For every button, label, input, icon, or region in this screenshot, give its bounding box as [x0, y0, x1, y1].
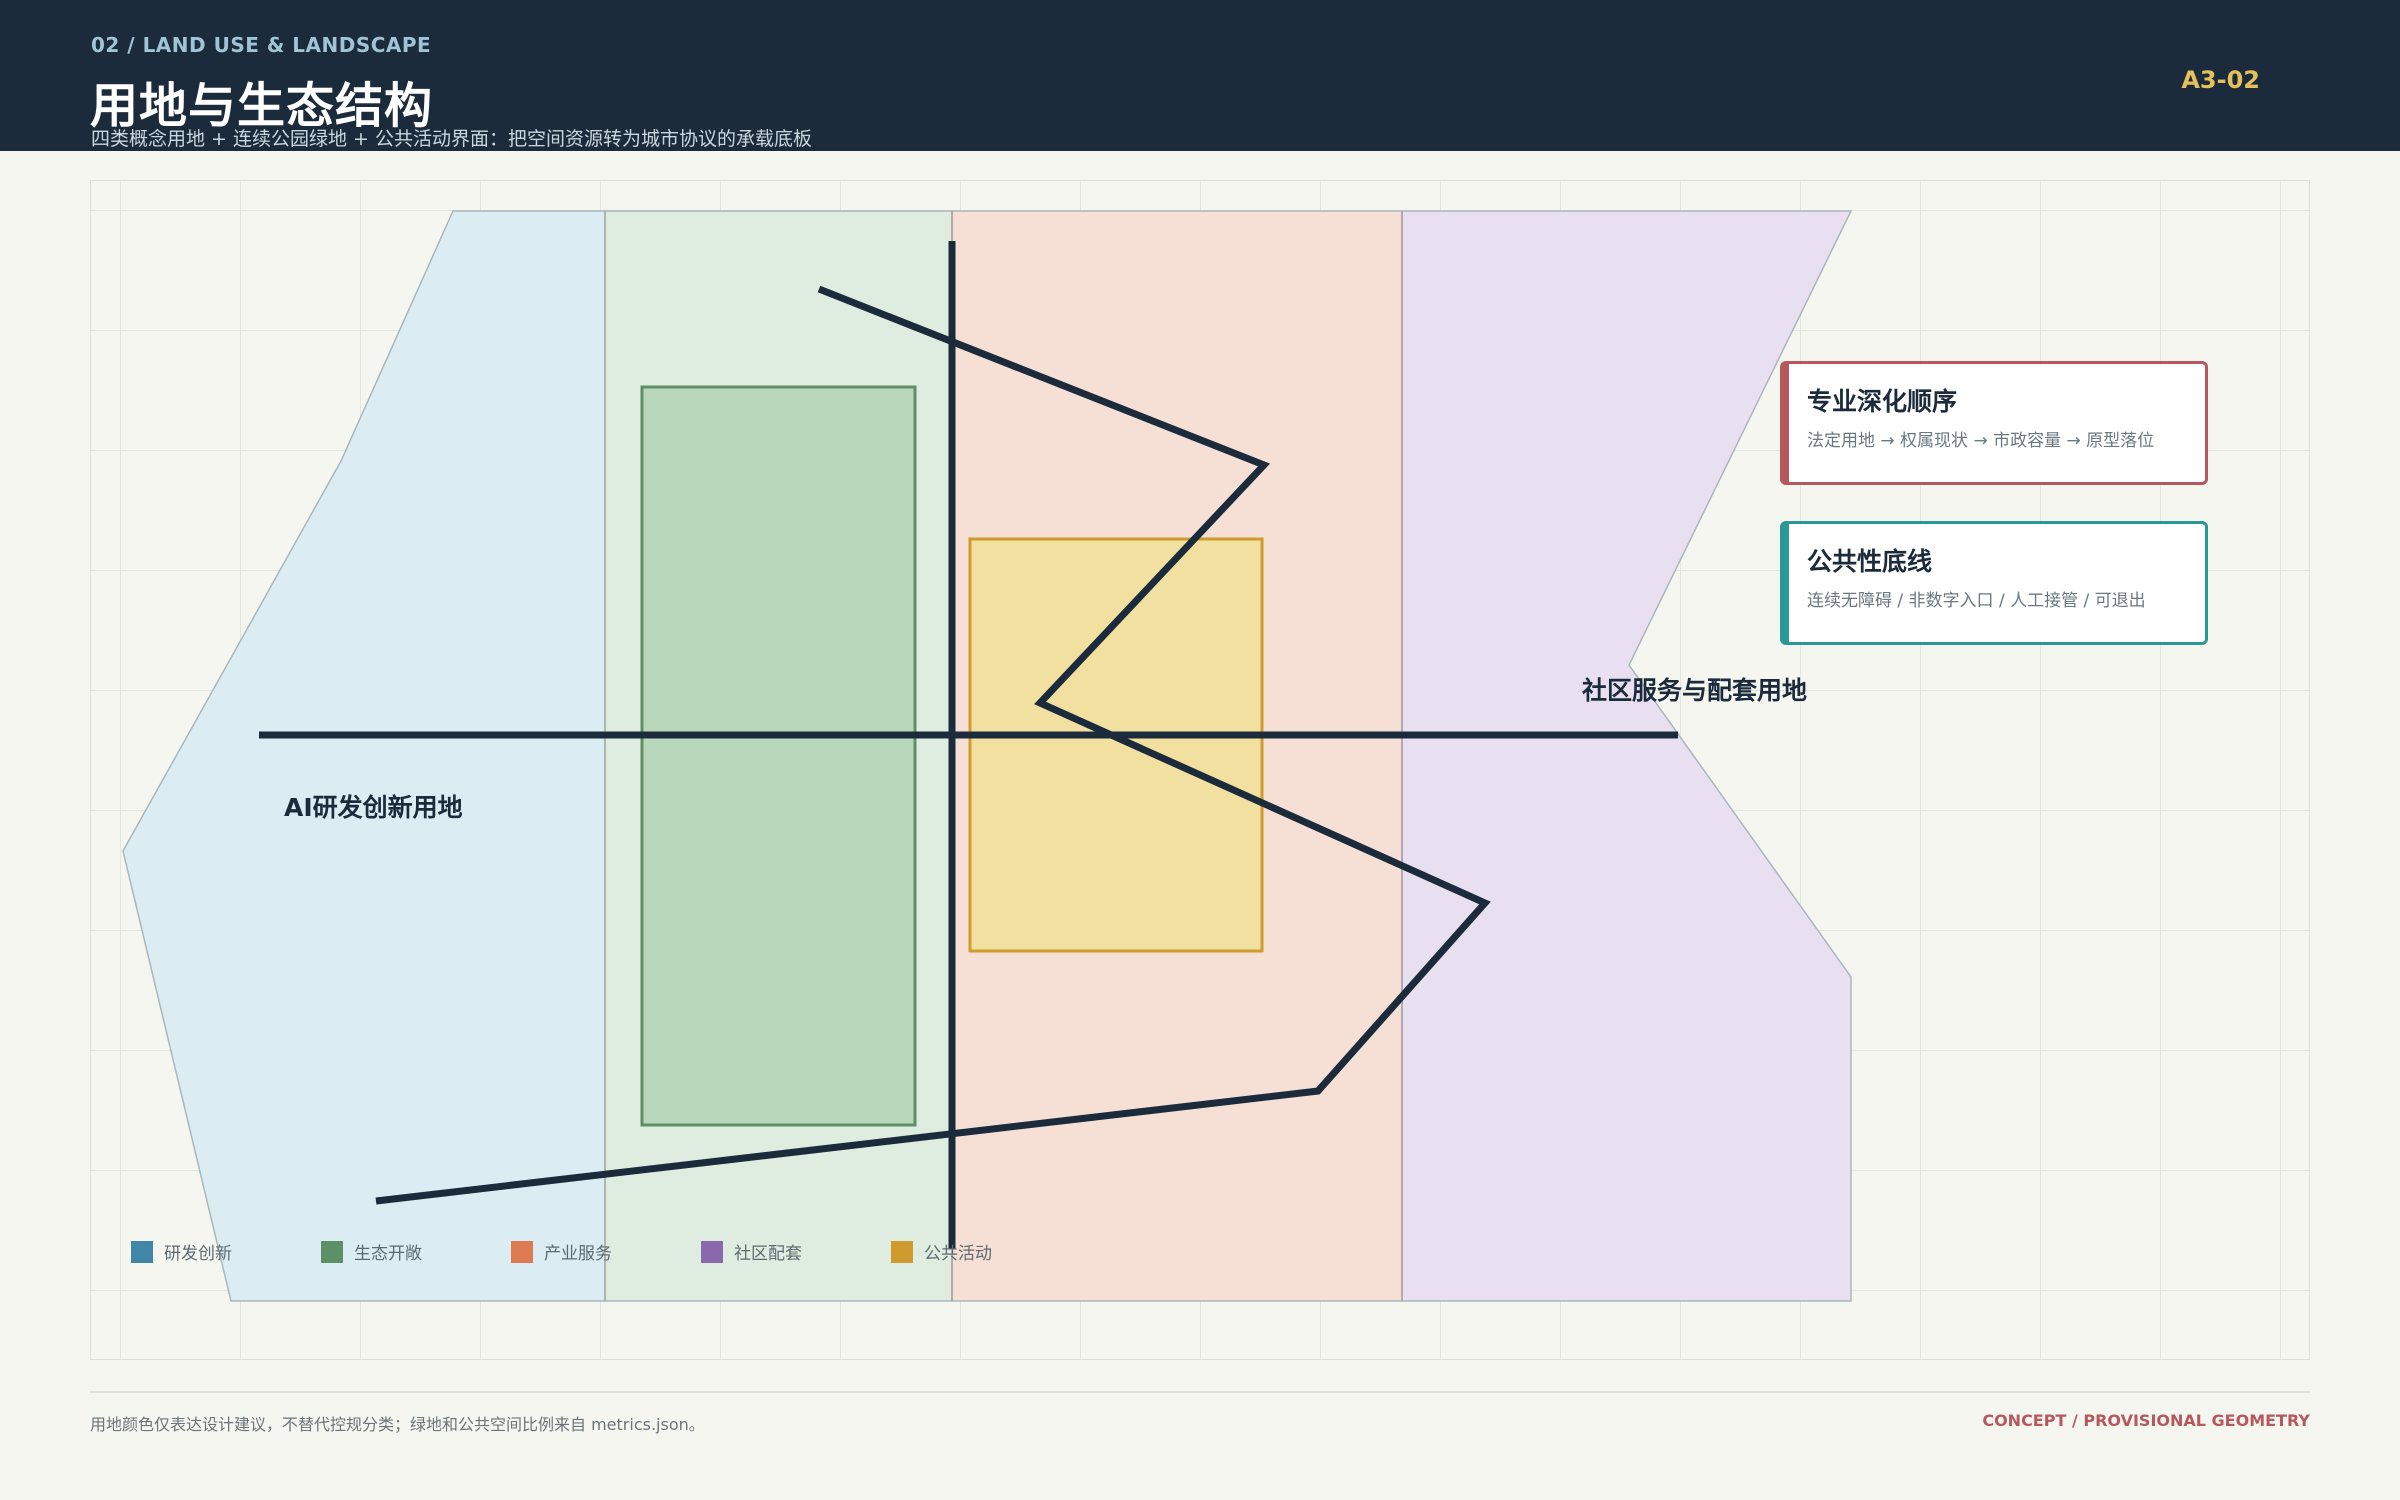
footer-note: 用地颜色仅表达设计建议，不替代控规分类；绿地和公共空间比例来自 metrics.… — [90, 1415, 705, 1434]
park-green-block — [640, 385, 917, 1127]
section-eyebrow: 02 / LAND USE & LANDSCAPE — [91, 33, 432, 57]
legend-swatch-ecology — [321, 1241, 343, 1263]
card-publicness: 公共性底线 连续无障碍 / 非数字入口 / 人工接管 / 可退出 — [1780, 521, 2208, 645]
footer-divider — [90, 1391, 2310, 1393]
card-workflow-title: 专业深化顺序 — [1807, 387, 1958, 416]
legend-swatch-research — [131, 1241, 153, 1263]
legend-swatch-public — [891, 1241, 913, 1263]
card-workflow: 专业深化顺序 法定用地 → 权属现状 → 市政容量 → 原型落位 — [1780, 361, 2208, 485]
land-use-plan: AI研发创新用地 社区服务与配套用地 研发创新 生态开敞 产业服务 社区配套 公… — [122, 210, 1853, 1302]
public-activity-block — [968, 537, 1264, 953]
legend-swatch-community — [701, 1241, 723, 1263]
legend-label-community: 社区配套 — [734, 1244, 802, 1264]
page-subtitle: 四类概念用地 + 连续公园绿地 + 公共活动界面：把空间资源转为城市协议的承载底… — [91, 128, 813, 150]
header-bar: 02 / LAND USE & LANDSCAPE 用地与生态结构 四类概念用地… — [0, 0, 2400, 151]
legend-swatch-industry — [511, 1241, 533, 1263]
card-publicness-title: 公共性底线 — [1807, 547, 1933, 576]
label-research-zone: AI研发创新用地 — [284, 793, 463, 822]
sheet-id: A3-02 — [2181, 66, 2260, 94]
legend-label-industry: 产业服务 — [544, 1244, 612, 1264]
legend-label-ecology: 生态开敞 — [354, 1244, 422, 1264]
zone-research — [122, 210, 606, 1302]
label-community-zone: 社区服务与配套用地 — [1582, 676, 1807, 705]
card-publicness-text: 连续无障碍 / 非数字入口 / 人工接管 / 可退出 — [1807, 591, 2146, 611]
status-badge: CONCEPT / PROVISIONAL GEOMETRY — [1982, 1411, 2310, 1430]
legend-label-research: 研发创新 — [164, 1244, 232, 1264]
card-workflow-text: 法定用地 → 权属现状 → 市政容量 → 原型落位 — [1807, 431, 2155, 451]
legend-label-public: 公共活动 — [924, 1244, 992, 1264]
plan-board: AI研发创新用地 社区服务与配套用地 研发创新 生态开敞 产业服务 社区配套 公… — [90, 180, 2310, 1360]
